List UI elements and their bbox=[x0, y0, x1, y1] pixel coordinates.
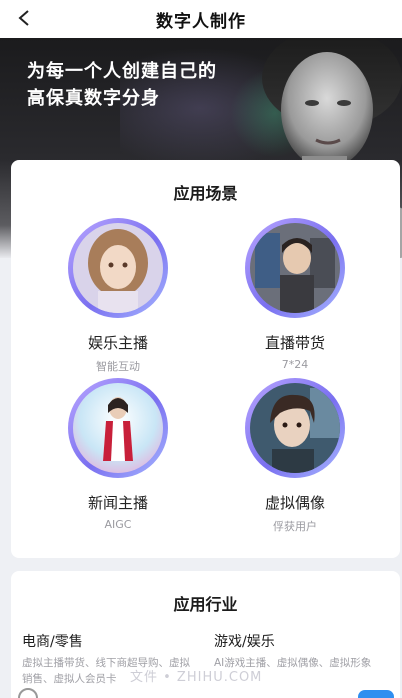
hero-line-1: 为每一个人创建自己的 bbox=[27, 61, 217, 82]
chevron-left-icon bbox=[18, 10, 29, 26]
virtual-idol-avatar bbox=[250, 383, 340, 473]
industry-name: 电商/零售 bbox=[22, 634, 83, 650]
scene-name: 虚拟偶像 bbox=[264, 494, 325, 512]
avatar-ring bbox=[245, 378, 345, 478]
watermark-text: 文件 • ZHIHU.COM bbox=[130, 670, 263, 685]
hero-headline: 为每一个人创建自己的 高保真数字分身 bbox=[27, 58, 217, 112]
industry-gaming-entertainment[interactable]: 游戏/娱乐 AI游戏主播、虚拟偶像、虚拟形象 bbox=[214, 631, 384, 671]
scene-livestream-selling[interactable]: 直播带货 7*24 bbox=[215, 218, 375, 371]
scene-virtual-idol[interactable]: 虚拟偶像 俘获用户 bbox=[215, 378, 375, 534]
avatar-ring bbox=[245, 218, 345, 318]
scene-news-anchor[interactable]: 新闻主播 AIGC bbox=[38, 378, 198, 531]
industry-name: 游戏/娱乐 bbox=[214, 634, 275, 650]
scene-subtitle: 俘获用户 bbox=[273, 520, 317, 533]
application-scenes-card: 应用场景 娱乐主播 智能互动 直播带货 7*24 新闻主播 AIGC 虚拟偶像 … bbox=[11, 160, 400, 558]
page-title: 数字人制作 bbox=[156, 11, 246, 32]
entertainment-anchor-avatar bbox=[73, 223, 163, 313]
avatar-ring bbox=[68, 218, 168, 318]
floating-action-button[interactable] bbox=[358, 690, 394, 698]
scene-name: 直播带货 bbox=[264, 334, 325, 352]
scene-subtitle: AIGC bbox=[104, 518, 132, 531]
top-nav-bar: 数字人制作 bbox=[0, 0, 402, 38]
news-anchor-avatar bbox=[73, 383, 163, 473]
scene-subtitle: 7*24 bbox=[281, 358, 309, 371]
hero-line-2: 高保真数字分身 bbox=[27, 88, 160, 109]
scene-entertainment-anchor[interactable]: 娱乐主播 智能互动 bbox=[38, 218, 198, 374]
industries-title: 应用行业 bbox=[173, 595, 238, 614]
scene-name: 新闻主播 bbox=[87, 494, 148, 512]
scene-name: 娱乐主播 bbox=[87, 334, 148, 352]
avatar-ring bbox=[68, 378, 168, 478]
scene-subtitle: 智能互动 bbox=[96, 360, 140, 373]
back-button[interactable] bbox=[10, 4, 38, 32]
livestream-selling-avatar bbox=[250, 223, 340, 313]
scenes-title: 应用场景 bbox=[173, 184, 238, 203]
